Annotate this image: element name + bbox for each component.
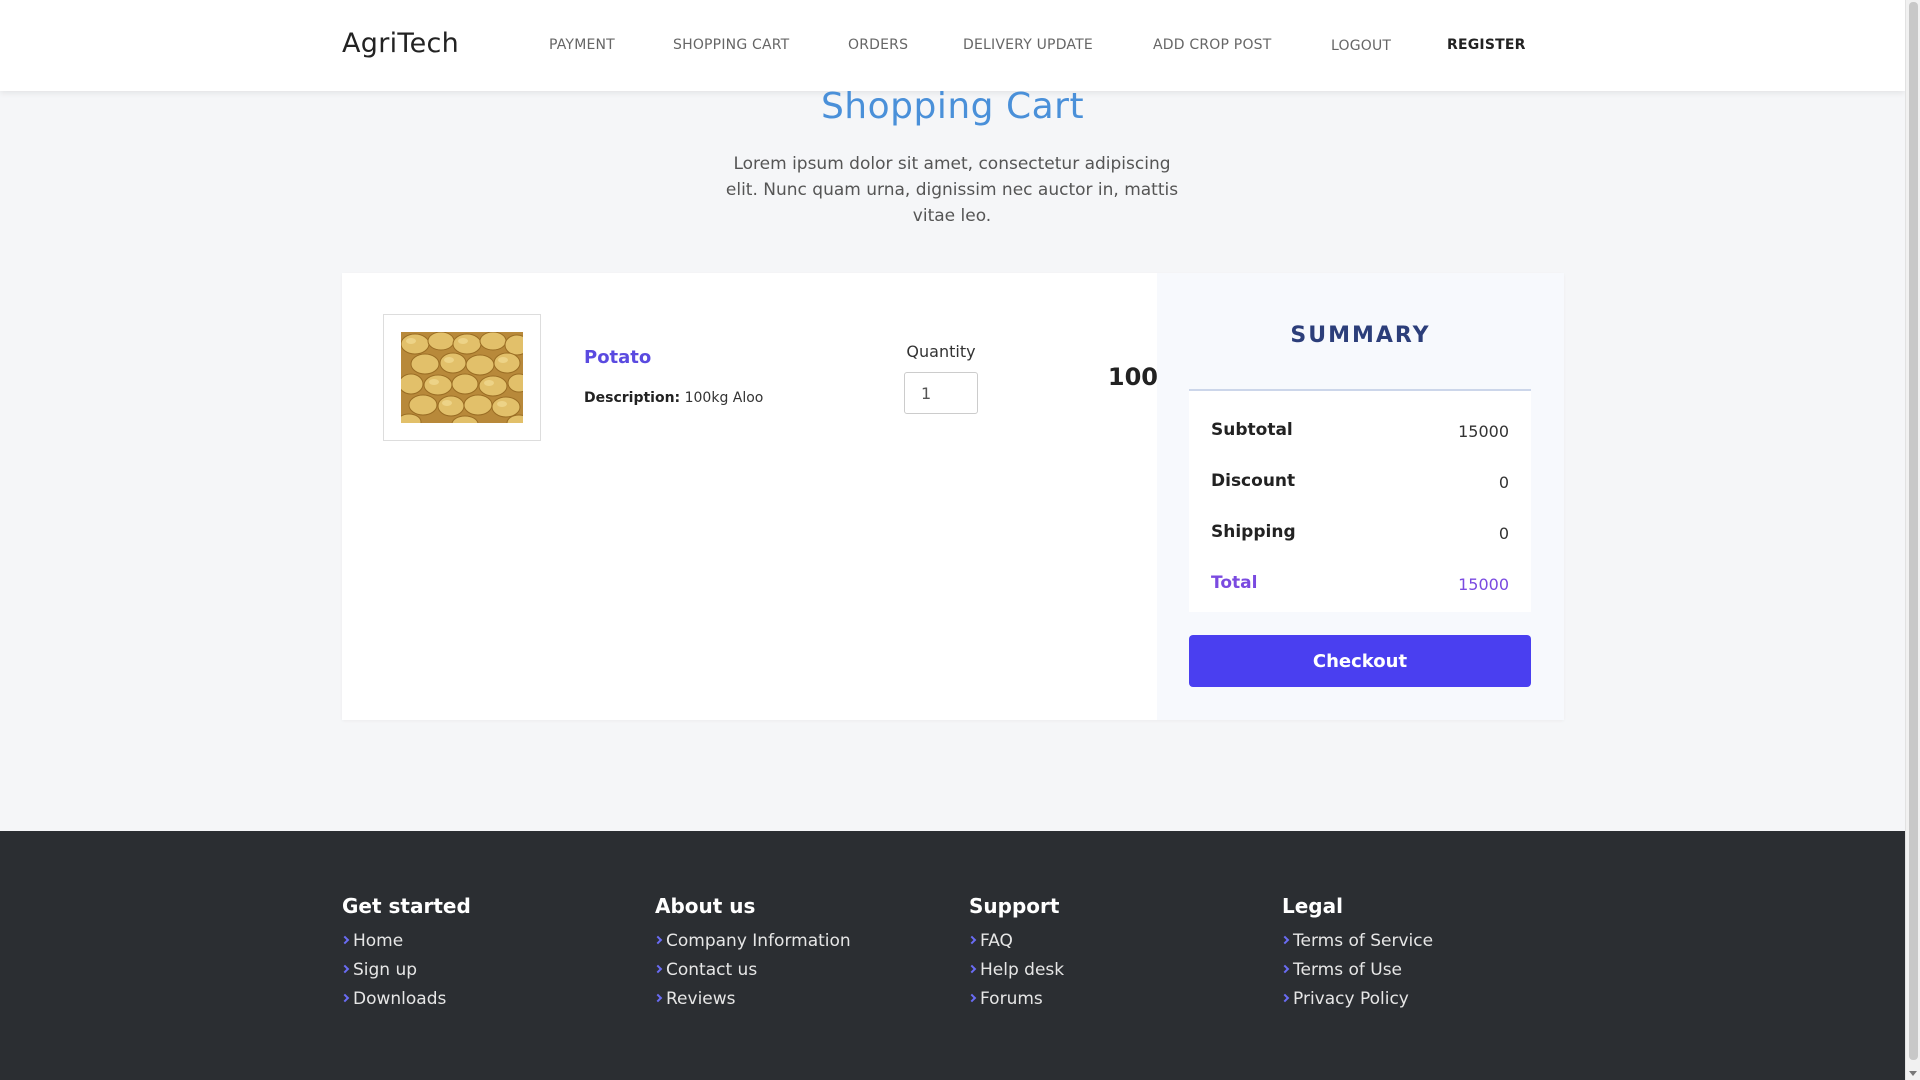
footer-link-label: Home xyxy=(353,931,404,951)
scrollbar-thumb[interactable] xyxy=(1909,2,1918,1060)
summary-value: 15000 xyxy=(1458,575,1509,594)
scroll-down-arrow-icon[interactable] xyxy=(1909,1071,1917,1076)
page-scrollbar[interactable] xyxy=(1905,0,1920,1080)
footer-column-title: Get started xyxy=(342,894,471,918)
footer-link-label: FAQ xyxy=(980,931,1013,951)
product-description-label: Description: xyxy=(584,390,681,406)
summary-label: Total xyxy=(1211,573,1258,593)
footer-column-support: Support FAQ Help desk Forums xyxy=(967,894,1269,1016)
potato-image xyxy=(401,332,523,423)
nav-delivery-update[interactable]: DELIVERY UPDATE xyxy=(963,37,1093,53)
footer-link-company-information[interactable]: Company Information xyxy=(653,929,955,958)
footer-link-contact-us[interactable]: Contact us xyxy=(653,958,955,987)
footer-column-title: Support xyxy=(969,894,1060,918)
nav-add-crop-post[interactable]: ADD CROP POST xyxy=(1153,37,1272,53)
quantity-label: Quantity xyxy=(906,342,976,361)
footer-link-forums[interactable]: Forums xyxy=(967,987,1269,1016)
footer-column-title: Legal xyxy=(1282,894,1343,918)
footer-link-downloads[interactable]: Downloads xyxy=(340,987,642,1016)
footer-link-terms-of-use[interactable]: Terms of Use xyxy=(1280,958,1582,987)
summary-value: 0 xyxy=(1498,473,1509,492)
footer-link-help-desk[interactable]: Help desk xyxy=(967,958,1269,987)
footer-link-label: Contact us xyxy=(666,960,758,980)
footer-link-label: Reviews xyxy=(666,989,736,1009)
chevron-right-icon xyxy=(967,935,977,945)
product-price: 100 xyxy=(1107,363,1158,391)
cart-card: Potato Description: 100kg Aloo Quantity … xyxy=(342,273,1564,720)
footer-link-faq[interactable]: FAQ xyxy=(967,929,1269,958)
product-image-frame xyxy=(383,314,541,441)
footer-link-privacy-policy[interactable]: Privacy Policy xyxy=(1280,987,1582,1016)
chevron-right-icon xyxy=(653,935,663,945)
nav-shopping-cart[interactable]: SHOPPING CART xyxy=(673,37,789,53)
navbar: AgriTech PAYMENT SHOPPING CART ORDERS DE… xyxy=(0,0,1905,91)
footer-link-reviews[interactable]: Reviews xyxy=(653,987,955,1016)
footer-link-label: Sign up xyxy=(353,960,418,980)
quantity-input[interactable] xyxy=(904,372,978,414)
chevron-right-icon xyxy=(1280,964,1290,974)
nav-orders[interactable]: ORDERS xyxy=(848,37,908,53)
brand-logo[interactable]: AgriTech xyxy=(342,28,459,59)
nav-register[interactable]: REGISTER xyxy=(1447,37,1526,53)
summary-row-discount: Discount 0 xyxy=(1211,471,1509,495)
product-description-value: 100kg Aloo xyxy=(684,390,764,406)
footer-link-label: Help desk xyxy=(980,960,1065,980)
footer-column-title: About us xyxy=(655,894,756,918)
checkout-button[interactable]: Checkout xyxy=(1189,635,1531,687)
product-image-potato xyxy=(401,332,523,423)
footer-link-label: Terms of Use xyxy=(1293,960,1403,980)
page-title: Shopping Cart xyxy=(820,86,1085,127)
chevron-right-icon xyxy=(340,993,350,1003)
chevron-right-icon xyxy=(340,935,350,945)
nav-payment[interactable]: PAYMENT xyxy=(549,37,615,53)
summary-row-subtotal: Subtotal 15000 xyxy=(1211,420,1509,444)
footer-link-label: Company Information xyxy=(666,931,851,951)
summary-label: Subtotal xyxy=(1211,420,1293,440)
chevron-right-icon xyxy=(653,993,663,1003)
summary-label: Shipping xyxy=(1211,522,1296,542)
footer-link-label: Downloads xyxy=(353,989,447,1009)
chevron-right-icon xyxy=(967,964,977,974)
chevron-right-icon xyxy=(967,993,977,1003)
order-summary-panel: SUMMARY Subtotal 15000 Discount 0 Shippi… xyxy=(1157,273,1564,720)
summary-value: 15000 xyxy=(1458,422,1509,441)
footer-column-get-started: Get started Home Sign up Downloads xyxy=(340,894,642,1016)
footer-link-label: Privacy Policy xyxy=(1293,989,1409,1009)
chevron-right-icon xyxy=(1280,993,1290,1003)
page-intro-text: Lorem ipsum dolor sit amet, consectetur … xyxy=(725,154,1179,226)
footer-link-label: Terms of Service xyxy=(1293,931,1434,951)
product-name[interactable]: Potato xyxy=(584,347,651,368)
summary-value: 0 xyxy=(1498,524,1509,543)
footer-link-home[interactable]: Home xyxy=(340,929,642,958)
footer-column-legal: Legal Terms of Service Terms of Use Priv… xyxy=(1280,894,1582,1016)
summary-table: Subtotal 15000 Discount 0 Shipping 0 Tot… xyxy=(1189,389,1531,612)
chevron-right-icon xyxy=(1280,935,1290,945)
footer: Get started Home Sign up Downloads About… xyxy=(0,831,1905,1080)
footer-link-sign-up[interactable]: Sign up xyxy=(340,958,642,987)
summary-label: Discount xyxy=(1211,471,1296,491)
chevron-right-icon xyxy=(340,964,350,974)
nav-logout[interactable]: LOGOUT xyxy=(1331,38,1391,54)
summary-row-shipping: Shipping 0 xyxy=(1211,522,1509,546)
page: AgriTech PAYMENT SHOPPING CART ORDERS DE… xyxy=(0,0,1905,1080)
summary-title: SUMMARY xyxy=(1290,323,1431,348)
product-description: Description: 100kg Aloo xyxy=(584,390,763,406)
chevron-right-icon xyxy=(653,964,663,974)
footer-link-label: Forums xyxy=(980,989,1043,1009)
summary-row-total: Total 15000 xyxy=(1211,573,1509,597)
footer-link-terms-of-service[interactable]: Terms of Service xyxy=(1280,929,1582,958)
footer-column-about-us: About us Company Information Contact us … xyxy=(653,894,955,1016)
